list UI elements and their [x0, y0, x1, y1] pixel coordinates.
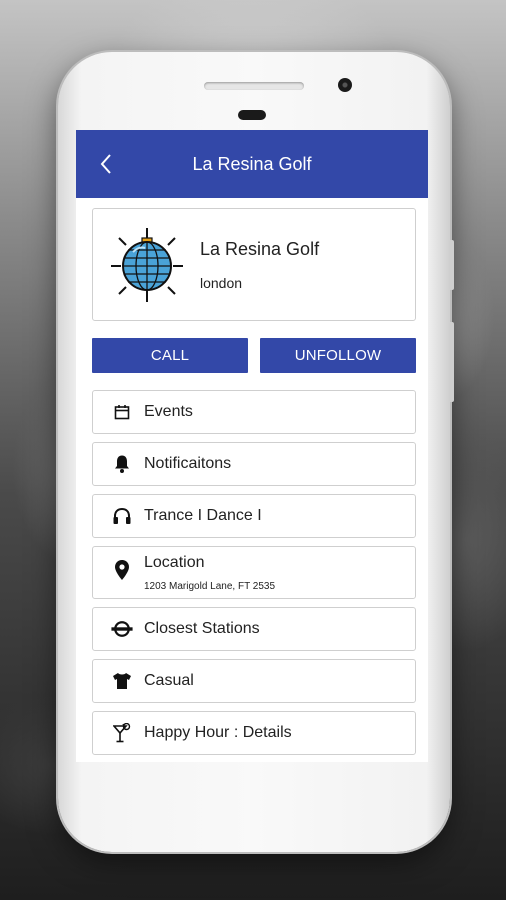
headphones-icon: [111, 505, 133, 527]
menu-item-label: Happy Hour : Details: [144, 724, 292, 741]
tshirt-icon: [111, 670, 133, 692]
unfollow-button[interactable]: UNFOLLOW: [260, 338, 416, 373]
menu-item-location[interactable]: Location 1203 Marigold Lane, FT 2535: [92, 546, 416, 599]
page-title: La Resina Golf: [192, 153, 312, 174]
venue-name: La Resina Golf: [200, 239, 320, 259]
chevron-left-icon: [100, 154, 111, 174]
menu-item-label: Location: [144, 554, 205, 571]
phone-speaker: [204, 82, 304, 90]
cocktail-icon: [111, 722, 133, 744]
menu-item-label: Events: [144, 403, 193, 420]
map-pin-icon: [111, 559, 133, 581]
app-screen: La Resina Golf La Resina Golf london CAL…: [76, 130, 428, 762]
menu-item-dress-code[interactable]: Casual: [92, 659, 416, 703]
location-address: 1203 Marigold Lane, FT 2535: [144, 581, 276, 592]
volume-button: [449, 240, 454, 290]
venue-city: london: [200, 275, 243, 291]
menu-item-events[interactable]: Events: [92, 390, 416, 434]
menu-item-notifications[interactable]: Notificaitons: [92, 442, 416, 486]
menu-item-label: Casual: [144, 672, 194, 689]
menu-item-music-genre[interactable]: Trance I Dance I: [92, 494, 416, 538]
app-bar: La Resina Golf: [76, 130, 428, 198]
disco-ball-icon: [111, 228, 183, 302]
phone-frame: La Resina Golf La Resina Golf london CAL…: [58, 52, 454, 852]
menu-item-label: Notificaitons: [144, 455, 232, 472]
bell-icon: [111, 453, 133, 475]
venue-profile-card: La Resina Golf london: [92, 208, 416, 321]
menu-item-label: Trance I Dance I: [144, 507, 262, 524]
front-camera: [338, 78, 352, 92]
back-button[interactable]: [94, 152, 118, 176]
menu-item-happy-hour[interactable]: Happy Hour : Details: [92, 711, 416, 755]
underground-icon: [111, 618, 133, 640]
power-button: [449, 322, 454, 402]
menu-item-closest-stations[interactable]: Closest Stations: [92, 607, 416, 651]
menu-item-label: Closest Stations: [144, 620, 260, 637]
call-button[interactable]: CALL: [92, 338, 248, 373]
phone-sensor: [238, 110, 266, 120]
calendar-icon: [111, 401, 133, 423]
